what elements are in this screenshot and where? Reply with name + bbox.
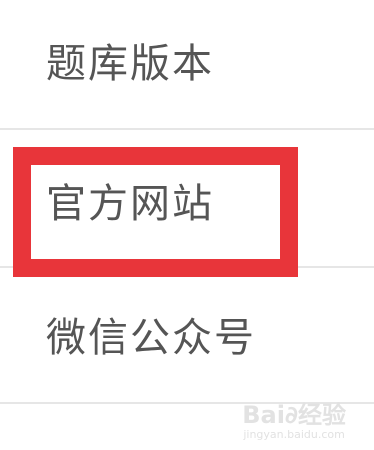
menu-item-wechat-official-account[interactable]: 微信公众号 [0, 318, 374, 358]
highlight-annotation-box [13, 147, 298, 277]
watermark-logo: Bai∂经验 [242, 401, 346, 429]
menu-item-label: 微信公众号 [46, 315, 256, 361]
divider [0, 128, 374, 130]
menu-item-question-bank-version[interactable]: 题库版本 [0, 44, 374, 84]
watermark-url: jingyan.baidu.com [243, 428, 345, 441]
baidu-jingyan-watermark: Bai∂经验 jingyan.baidu.com [242, 403, 346, 440]
menu-item-label: 题库版本 [46, 41, 214, 87]
